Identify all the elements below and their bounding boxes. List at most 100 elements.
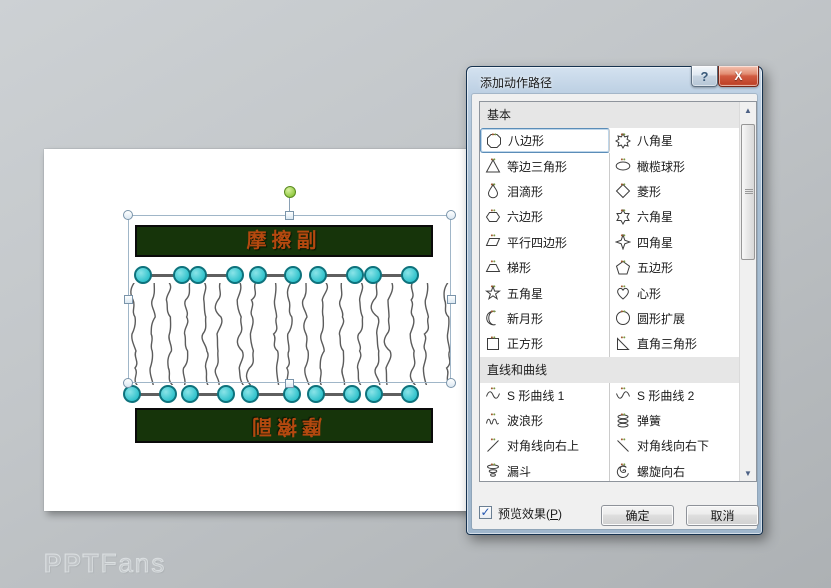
right-triangle-icon <box>615 336 631 352</box>
motion-path-item-diagonal-up-right[interactable]: 对角线向右上 <box>480 433 610 458</box>
motion-path-item-label: 等边三角形 <box>507 158 567 175</box>
motion-path-item-label: 六角星 <box>637 208 673 225</box>
watermark-part1: PPT <box>44 548 101 578</box>
scrollbar[interactable]: ▲ ▼ <box>739 102 756 481</box>
molecule-circle <box>343 385 361 403</box>
handle-middle-right[interactable] <box>447 295 456 304</box>
scroll-down-icon[interactable]: ▼ <box>740 465 756 481</box>
close-icon: X <box>734 69 742 83</box>
dialog-title: 添加动作路径 <box>480 74 552 91</box>
crescent-icon <box>485 310 501 326</box>
handle-bottom-middle[interactable] <box>285 379 294 388</box>
motion-path-item-s-curve-2[interactable]: S 形曲线 2 <box>610 383 739 408</box>
motion-path-item-pentagon[interactable]: 五边形 <box>610 255 739 280</box>
motion-path-item-hexagon[interactable]: 六边形 <box>480 204 610 229</box>
motion-path-item-label: 螺旋向右 <box>637 463 685 480</box>
motion-path-item-label: 新月形 <box>507 310 543 327</box>
motion-path-item-trapezoid[interactable]: 梯形 <box>480 255 610 280</box>
motion-path-item-diagonal-down-right[interactable]: 对角线向右下 <box>610 433 739 458</box>
close-button[interactable]: X <box>718 66 759 87</box>
motion-path-item-funnel[interactable]: 漏斗 <box>480 459 610 482</box>
pptfans-watermark: PPTFans <box>44 548 166 579</box>
section-header: 直线和曲线 <box>480 357 739 383</box>
friction-block-bottom[interactable]: 摩擦副 <box>135 408 433 443</box>
motion-path-item-label: 直角三角形 <box>637 335 697 352</box>
motion-path-item-label: 对角线向右下 <box>637 437 709 454</box>
motion-path-item-star-8[interactable]: 八角星 <box>610 128 739 153</box>
ok-button[interactable]: 确定 <box>601 505 674 526</box>
preview-checkbox-label[interactable]: 预览效果(P) <box>498 505 562 522</box>
star-8-icon <box>615 133 631 149</box>
heart-icon <box>615 285 631 301</box>
handle-bottom-left[interactable] <box>123 378 133 388</box>
motion-path-item-diamond[interactable]: 菱形 <box>610 179 739 204</box>
add-motion-path-dialog: 添加动作路径 ? X 基本八边形 八角星等边三角形 橄榄球形泪滴形 菱形六边形 六角星平… <box>466 66 763 535</box>
motion-path-item-label: 八边形 <box>508 132 544 149</box>
diagonal-up-right-icon <box>485 438 501 454</box>
pentagon-icon <box>615 260 631 276</box>
teardrop-icon <box>485 183 501 199</box>
motion-path-item-parallelogram[interactable]: 平行四边形 <box>480 230 610 255</box>
scrollbar-thumb[interactable] <box>741 124 755 260</box>
motion-path-item-star-5[interactable]: 五角星 <box>480 280 610 305</box>
motion-path-item-crescent[interactable]: 新月形 <box>480 306 610 331</box>
cancel-button[interactable]: 取消 <box>686 505 759 526</box>
spring-icon <box>615 413 631 429</box>
motion-path-item-label: 漏斗 <box>507 463 531 480</box>
trapezoid-icon <box>485 260 501 276</box>
handle-top-middle[interactable] <box>285 211 294 220</box>
motion-path-item-star-4[interactable]: 四角星 <box>610 230 739 255</box>
motion-path-item-label: 橄榄球形 <box>637 158 685 175</box>
preview-checkbox[interactable]: ✓ <box>479 506 492 519</box>
help-button[interactable]: ? <box>691 66 718 87</box>
rotation-handle[interactable] <box>284 186 296 198</box>
motion-path-item-octagon[interactable]: 八边形 <box>480 128 610 153</box>
motion-path-item-circle-expand[interactable]: 圆形扩展 <box>610 306 739 331</box>
checkmark-icon: ✓ <box>480 506 490 518</box>
motion-path-item-label: 梯形 <box>507 259 531 276</box>
slide-canvas[interactable]: 摩擦副 摩擦副 <box>44 149 471 511</box>
motion-path-item-square[interactable]: 正方形 <box>480 331 610 356</box>
motion-path-item-label: 正方形 <box>507 335 543 352</box>
motion-path-item-label: 泪滴形 <box>507 183 543 200</box>
motion-path-item-heart[interactable]: 心形 <box>610 280 739 305</box>
motion-path-item-spiral-right[interactable]: 螺旋向右 <box>610 459 739 482</box>
s-curve-1-icon <box>485 387 501 403</box>
motion-path-item-label: 心形 <box>637 285 661 302</box>
motion-path-item-triangle[interactable]: 等边三角形 <box>480 153 610 178</box>
dialog-body: 基本八边形 八角星等边三角形 橄榄球形泪滴形 菱形六边形 六角星平行四边形 四角星梯形 五边… <box>472 94 757 529</box>
motion-path-item-right-triangle[interactable]: 直角三角形 <box>610 331 739 356</box>
molecule-circle <box>217 385 235 403</box>
motion-path-item-s-curve-1[interactable]: S 形曲线 1 <box>480 383 610 408</box>
motion-path-item-label: S 形曲线 2 <box>637 387 694 404</box>
star-6-icon <box>615 209 631 225</box>
motion-path-item-wave[interactable]: 波浪形 <box>480 408 610 433</box>
square-icon <box>485 336 501 352</box>
motion-path-listbox: 基本八边形 八角星等边三角形 橄榄球形泪滴形 菱形六边形 六角星平行四边形 四角星梯形 五边… <box>479 101 757 482</box>
scroll-up-icon[interactable]: ▲ <box>740 102 756 118</box>
handle-top-right[interactable] <box>446 210 456 220</box>
motion-path-item-star-6[interactable]: 六角星 <box>610 204 739 229</box>
diagonal-down-right-icon <box>615 438 631 454</box>
motion-path-item-oval[interactable]: 橄榄球形 <box>610 153 739 178</box>
help-icon: ? <box>701 69 709 84</box>
scrollbar-grip <box>745 189 753 195</box>
motion-path-item-spring[interactable]: 弹簧 <box>610 408 739 433</box>
watermark-part2: Fans <box>101 548 167 578</box>
motion-path-item-teardrop[interactable]: 泪滴形 <box>480 179 610 204</box>
motion-path-item-label: 对角线向右上 <box>507 437 579 454</box>
motion-path-item-label: 平行四边形 <box>507 234 567 251</box>
wave-icon <box>485 413 501 429</box>
handle-bottom-right[interactable] <box>446 378 456 388</box>
motion-path-item-label: S 形曲线 1 <box>507 387 564 404</box>
diamond-icon <box>615 183 631 199</box>
motion-path-item-label: 四角星 <box>637 234 673 251</box>
s-curve-2-icon <box>615 387 631 403</box>
handle-top-left[interactable] <box>123 210 133 220</box>
section-header: 基本 <box>480 102 739 128</box>
molecule-circle <box>241 385 259 403</box>
motion-path-item-label: 五角星 <box>507 285 543 302</box>
handle-middle-left[interactable] <box>124 295 133 304</box>
star-4-icon <box>615 234 631 250</box>
motion-path-item-label: 五边形 <box>637 259 673 276</box>
